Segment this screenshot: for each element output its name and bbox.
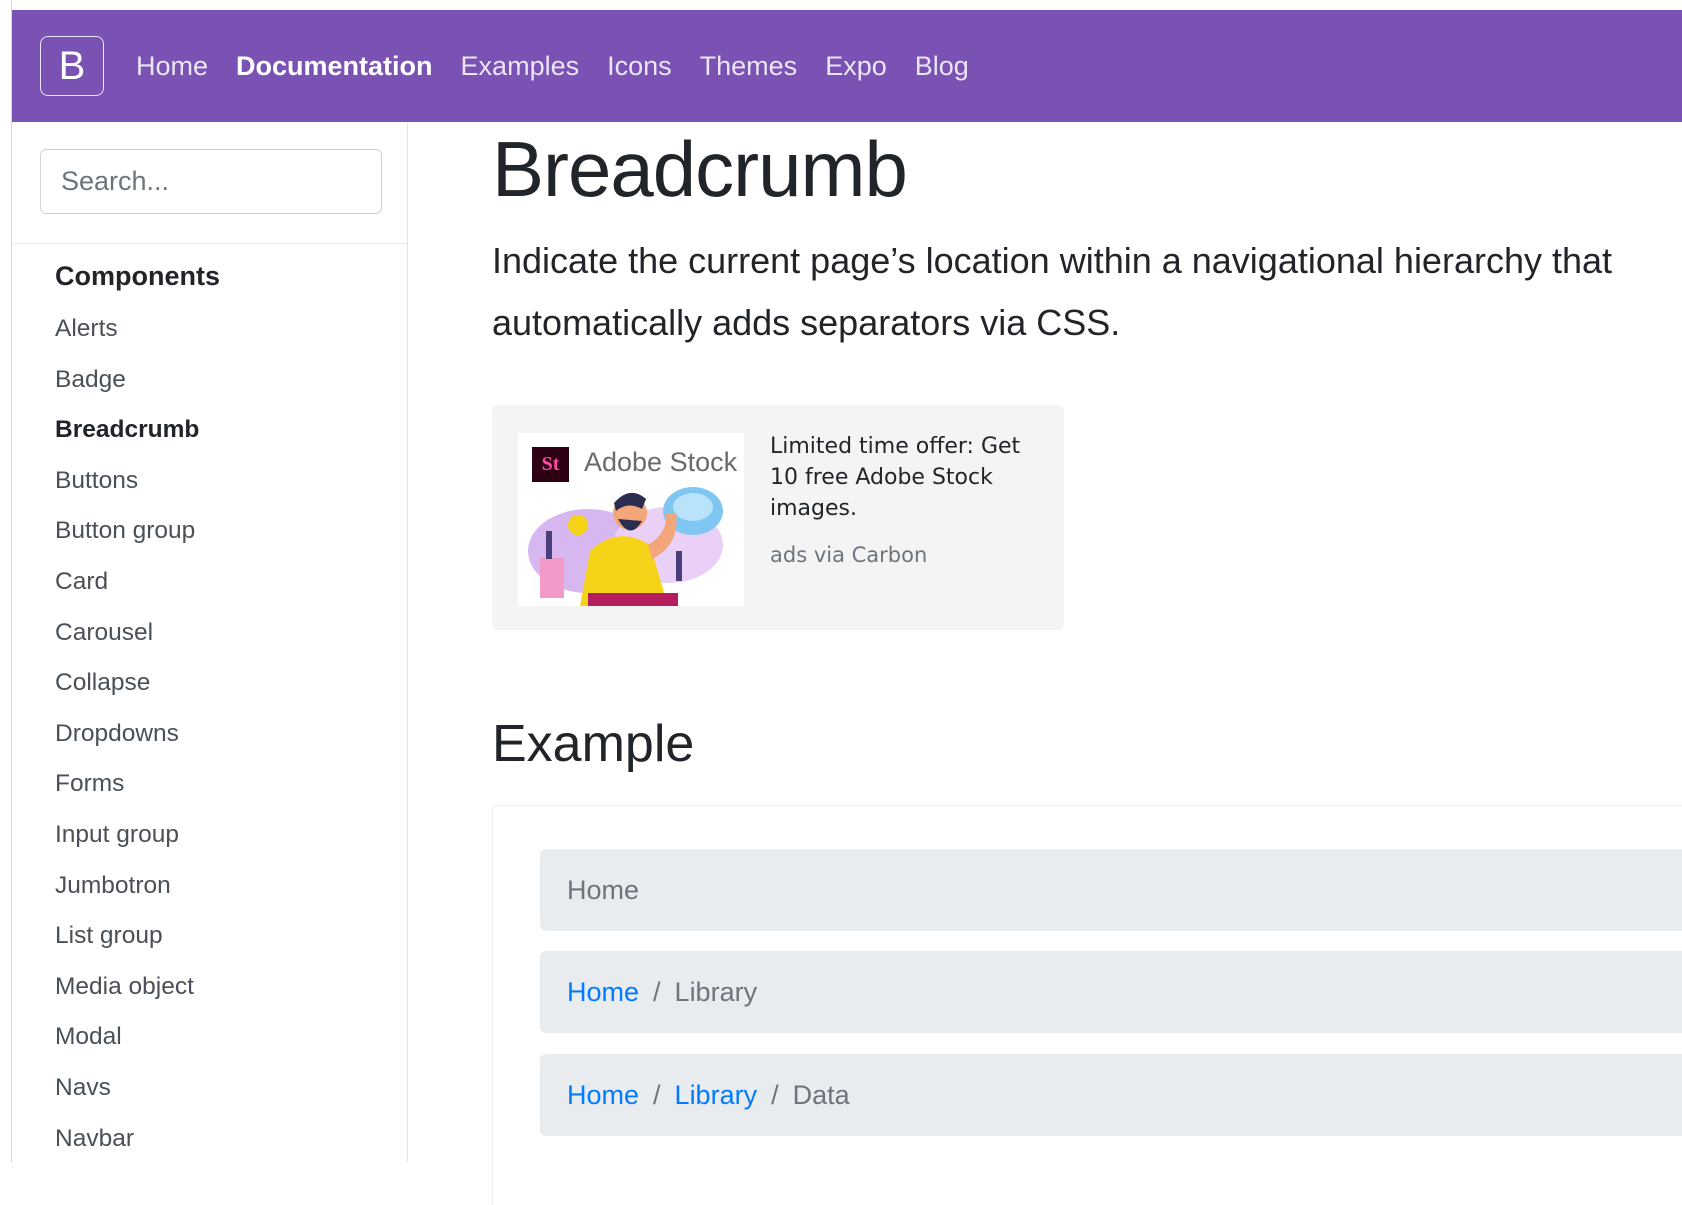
breadcrumb-separator: /	[771, 1079, 779, 1110]
breadcrumb-current: Data	[792, 1079, 850, 1110]
section-title-example: Example	[492, 715, 695, 773]
sidebar-item-modal[interactable]: Modal	[55, 1012, 407, 1063]
sidebar-item-input-group[interactable]: Input group	[55, 810, 407, 861]
breadcrumb-link-home[interactable]: Home	[567, 977, 639, 1008]
page-title: Breadcrumb	[492, 125, 908, 213]
search-area	[12, 122, 407, 244]
breadcrumb-example-1: Home	[540, 849, 1682, 931]
sidebar-heading-components[interactable]: Components	[55, 256, 407, 296]
sidebar-nav: Components Alerts Badge Breadcrumb Butto…	[12, 256, 407, 1164]
breadcrumb-separator: /	[653, 1079, 661, 1110]
sidebar-item-media-object[interactable]: Media object	[55, 962, 407, 1013]
sidebar-item-badge[interactable]: Badge	[55, 355, 407, 406]
ad-powered-by[interactable]: ads via Carbon	[770, 543, 927, 567]
sidebar-item-buttons[interactable]: Buttons	[55, 456, 407, 507]
nav-link-home[interactable]: Home	[136, 51, 208, 82]
sidebar-item-list-group[interactable]: List group	[55, 911, 407, 962]
nav-link-examples[interactable]: Examples	[461, 51, 580, 82]
docs-sidebar: Components Alerts Badge Breadcrumb Butto…	[12, 122, 408, 1162]
sidebar-item-forms[interactable]: Forms	[55, 759, 407, 810]
top-navbar: B Home Documentation Examples Icons Them…	[12, 10, 1682, 122]
breadcrumb-separator: /	[653, 976, 661, 1007]
breadcrumb-example-3: Home / Library / Data	[540, 1054, 1682, 1136]
sidebar-item-button-group[interactable]: Button group	[55, 506, 407, 557]
sidebar-item-card[interactable]: Card	[55, 557, 407, 608]
breadcrumb-current: Home	[567, 874, 640, 905]
bootstrap-logo[interactable]: B	[40, 36, 104, 96]
ad-text[interactable]: Limited time offer: Get 10 free Adobe St…	[770, 431, 1040, 524]
ad-illustration	[528, 487, 723, 606]
nav-link-icons[interactable]: Icons	[607, 51, 672, 82]
breadcrumb-link-library[interactable]: Library	[675, 1080, 758, 1111]
window-left-edge	[0, 0, 12, 1162]
breadcrumb-current: Library	[674, 976, 758, 1007]
breadcrumb-example-2: Home / Library	[540, 951, 1682, 1033]
carbon-ad: St Adobe Stock Limited time offer: Get 1…	[492, 405, 1064, 630]
sidebar-item-dropdowns[interactable]: Dropdowns	[55, 709, 407, 760]
nav-link-documentation[interactable]: Documentation	[236, 51, 433, 82]
nav-link-blog[interactable]: Blog	[915, 51, 969, 82]
main-content: Breadcrumb Indicate the current page’s l…	[492, 122, 1682, 1205]
nav-link-themes[interactable]: Themes	[700, 51, 798, 82]
sidebar-item-navs[interactable]: Navs	[55, 1063, 407, 1114]
page-lead: Indicate the current page’s location wit…	[492, 240, 1613, 343]
sidebar-item-alerts[interactable]: Alerts	[55, 304, 407, 355]
sidebar-item-breadcrumb[interactable]: Breadcrumb	[55, 405, 407, 456]
top-nav-links: Home Documentation Examples Icons Themes…	[122, 51, 983, 82]
sidebar-item-carousel[interactable]: Carousel	[55, 608, 407, 659]
nav-link-expo[interactable]: Expo	[825, 51, 887, 82]
breadcrumb-link-home[interactable]: Home	[567, 1080, 639, 1111]
sidebar-item-collapse[interactable]: Collapse	[55, 658, 407, 709]
sidebar-item-navbar[interactable]: Navbar	[55, 1114, 407, 1165]
ad-image[interactable]: St Adobe Stock	[518, 433, 744, 606]
search-input[interactable]	[40, 149, 382, 214]
example-box: Home Home / Library Home / Library / Dat…	[492, 805, 1682, 1205]
sidebar-item-jumbotron[interactable]: Jumbotron	[55, 861, 407, 912]
